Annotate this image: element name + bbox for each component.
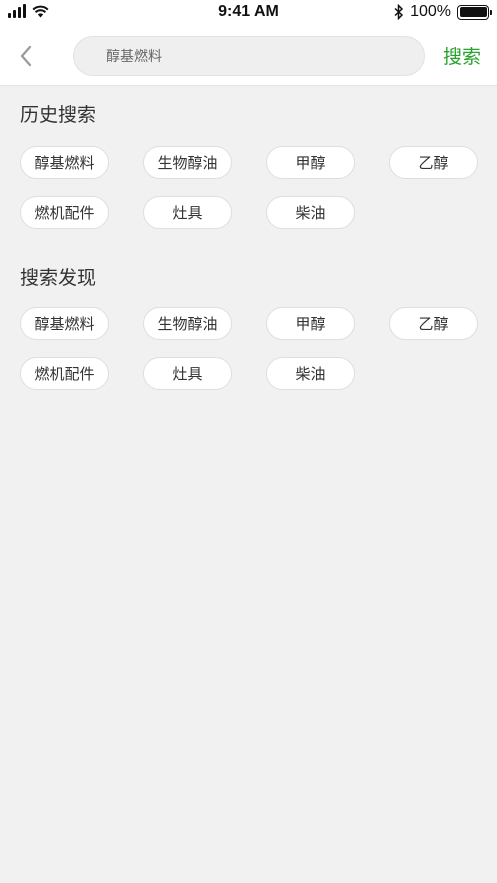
discover-tag[interactable]: 生物醇油 xyxy=(143,307,232,340)
search-nav-bar: 醇基燃料 搜索 xyxy=(0,26,497,86)
back-button[interactable] xyxy=(12,40,40,72)
chevron-left-icon xyxy=(20,45,32,67)
search-input[interactable]: 醇基燃料 xyxy=(73,36,425,76)
discover-tag[interactable]: 甲醇 xyxy=(266,307,355,340)
discover-tag[interactable]: 柴油 xyxy=(266,357,355,390)
bluetooth-icon xyxy=(394,4,404,20)
discover-tag[interactable]: 燃机配件 xyxy=(20,357,109,390)
history-tag[interactable]: 乙醇 xyxy=(389,146,478,179)
discover-title: 搜索发现 xyxy=(20,267,97,289)
battery-percent: 100% xyxy=(410,3,451,20)
status-bar: 9:41 AM 100% xyxy=(0,0,497,26)
discover-tag[interactable]: 灶具 xyxy=(143,357,232,390)
discover-tag[interactable]: 醇基燃料 xyxy=(20,307,109,340)
history-tag[interactable]: 燃机配件 xyxy=(20,196,109,229)
history-tag[interactable]: 醇基燃料 xyxy=(20,146,109,179)
history-tag[interactable]: 生物醇油 xyxy=(143,146,232,179)
status-right: 100% xyxy=(394,3,492,21)
battery-icon xyxy=(457,4,492,20)
history-title: 历史搜索 xyxy=(20,104,97,126)
history-tag[interactable]: 柴油 xyxy=(266,196,355,229)
search-input-value: 醇基燃料 xyxy=(106,49,162,65)
search-button[interactable]: 搜索 xyxy=(443,42,481,69)
history-tag[interactable]: 灶具 xyxy=(143,196,232,229)
discover-tag[interactable]: 乙醇 xyxy=(389,307,478,340)
history-tag[interactable]: 甲醇 xyxy=(266,146,355,179)
